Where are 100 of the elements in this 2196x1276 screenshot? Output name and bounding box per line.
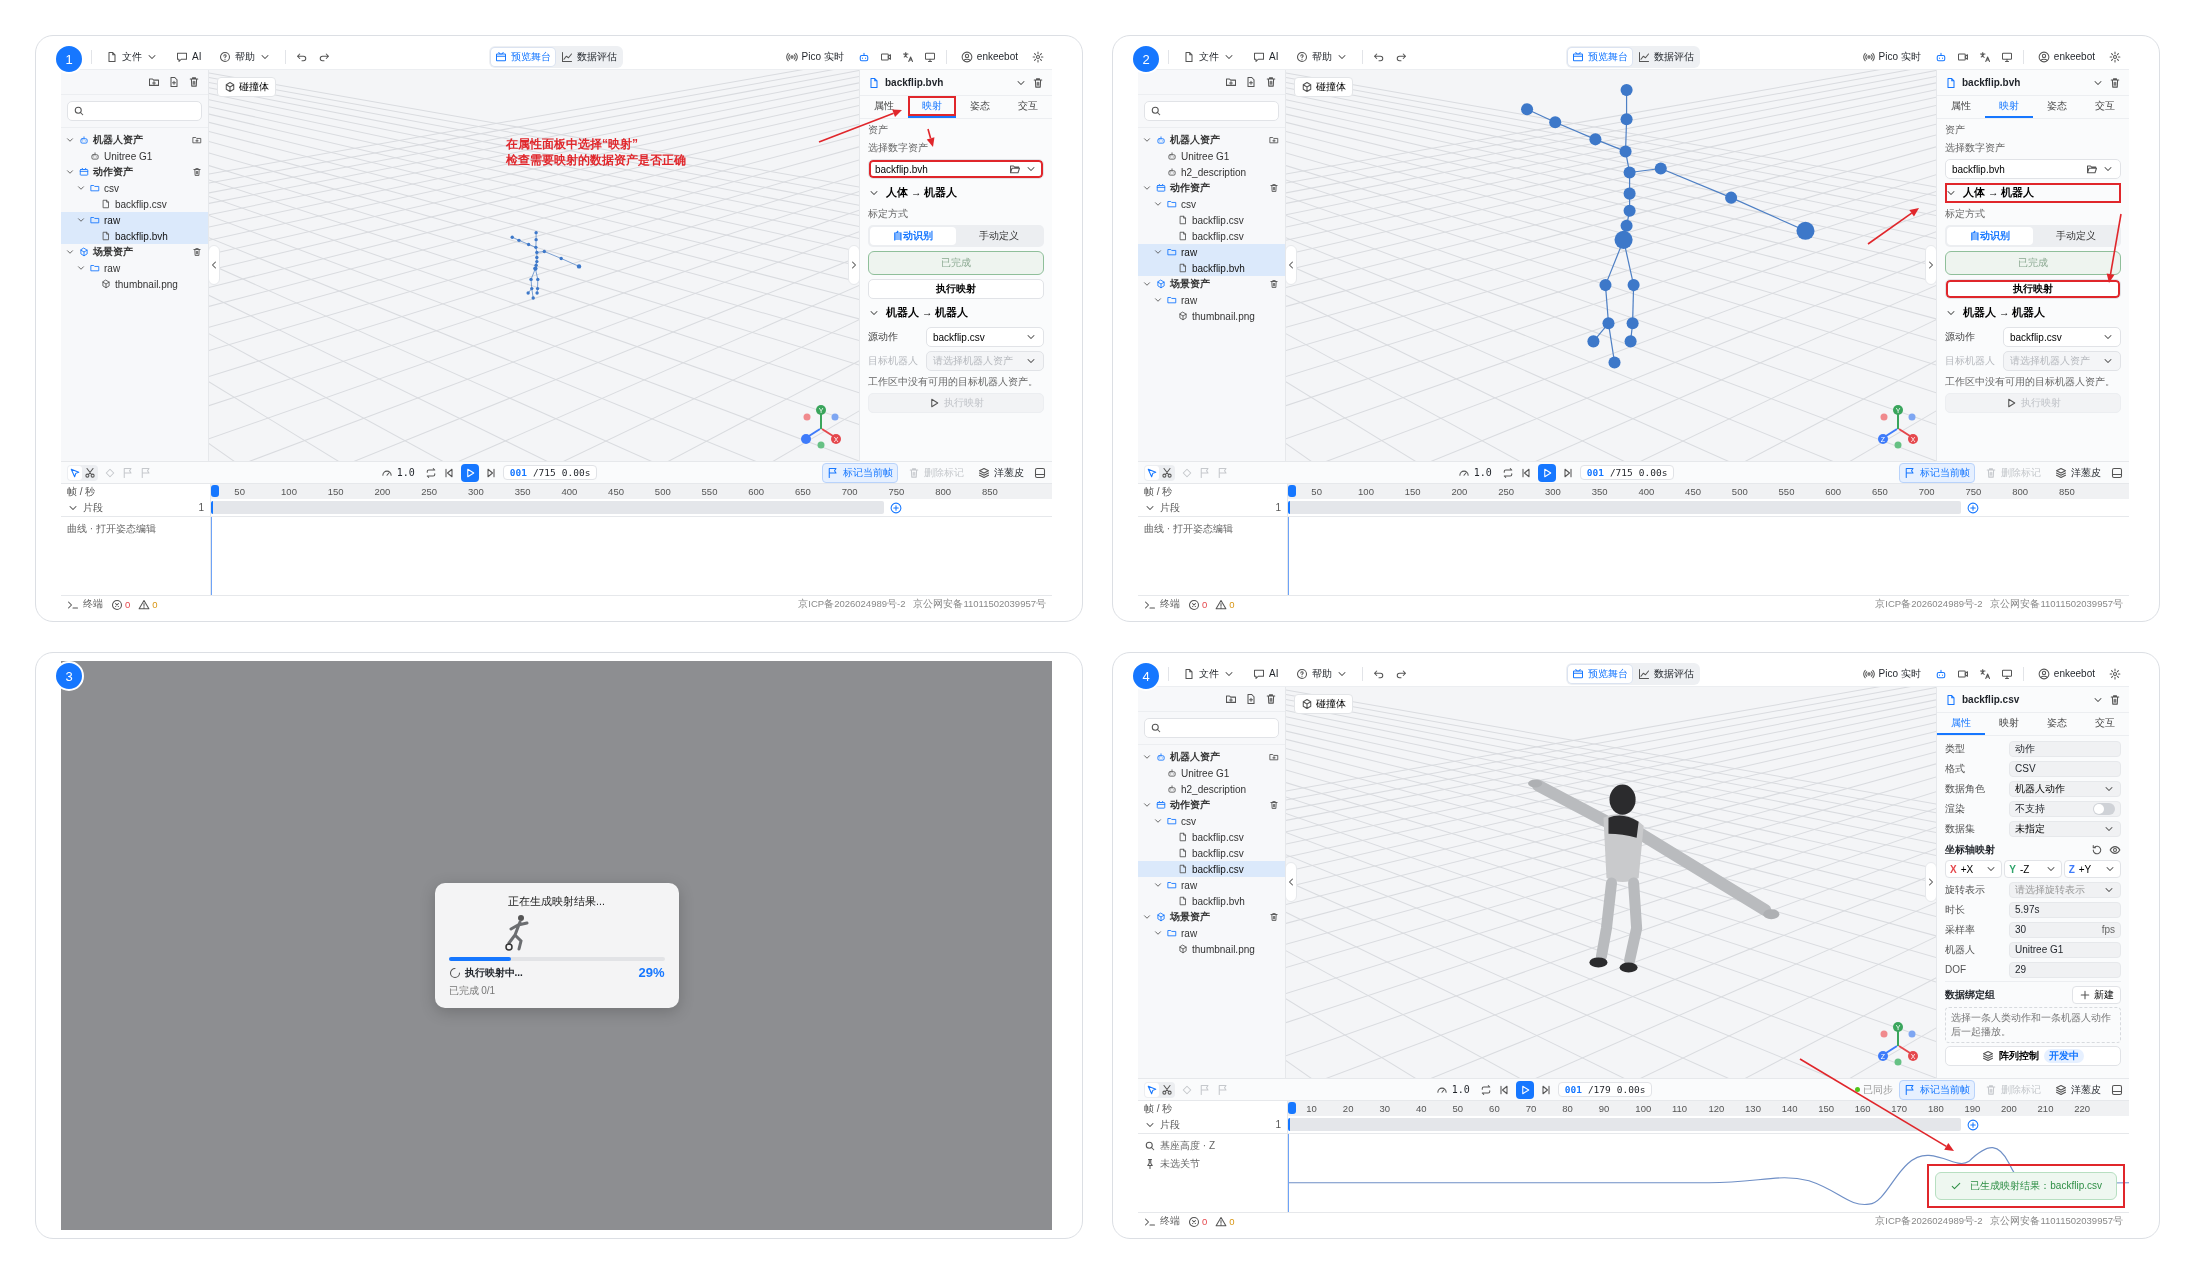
trash-icon[interactable] [1269,183,1279,193]
tree-item[interactable]: 机器人资产 [61,132,208,148]
tree-item[interactable]: h2_description [1138,164,1285,180]
tree-item[interactable]: 机器人资产 [1138,749,1285,765]
trash-icon[interactable] [192,247,202,257]
clip-bar[interactable] [211,501,884,514]
onion-skin-button[interactable]: 洋葱皮 [974,463,1028,482]
play-button[interactable] [1515,1080,1534,1099]
icp-license-link[interactable]: 京ICP备2026024989号-2 [1875,598,1983,611]
menu-button[interactable]: 帮助 [1292,47,1353,66]
tree-item[interactable]: backflip.bvh [1138,893,1285,909]
tree-item[interactable]: csv [1138,196,1285,212]
monitor-icon[interactable] [2000,50,2013,63]
add-folder-icon[interactable] [1225,76,1237,88]
mark-frame-button[interactable]: 标记当前帧 [1899,462,1975,483]
tree-item[interactable]: backflip.csv [1138,829,1285,845]
collider-button[interactable]: 碰撞体 [1294,77,1353,97]
loop-icon[interactable] [1479,1083,1492,1096]
live-button[interactable]: Pico 实时 [781,47,848,66]
terminal-button[interactable]: 终端 [1144,1215,1180,1228]
add-icon[interactable] [889,501,902,514]
undo-icon[interactable] [296,50,309,63]
tree-item[interactable]: 场景资产 [61,244,208,260]
panel-tab[interactable]: 交互 [2081,96,2129,118]
panel-tab[interactable]: 交互 [1004,96,1052,118]
settings-icon[interactable] [1032,50,1044,63]
user-button[interactable]: enkeebot [2033,665,2099,682]
police-record-link[interactable]: 京公网安备11011502039957号 [1990,1215,2123,1228]
collapse-handle[interactable] [1286,245,1297,285]
tree-item[interactable]: raw [1138,292,1285,308]
clip-bar[interactable] [1288,1118,1961,1131]
camera-icon[interactable] [1956,667,1969,680]
add-file-icon[interactable] [168,76,180,88]
add-file-icon[interactable] [1245,76,1257,88]
skip-forward-icon[interactable] [1539,1083,1552,1096]
tree-item[interactable]: h2_description [1138,781,1285,797]
tree-item[interactable]: backflip.csv [1138,228,1285,244]
panel-tab[interactable]: 映射 [1985,96,2033,118]
robot-icon[interactable] [1934,50,1947,63]
cursor-icon[interactable] [68,465,82,480]
add-file-icon[interactable] [1245,693,1257,705]
mode-tab[interactable]: 预览舞台 [491,47,556,66]
skip-back-icon[interactable] [1497,1083,1510,1096]
caret-icon[interactable] [1153,247,1163,257]
section-header[interactable]: 机器人 → 机器人 [1945,303,2121,323]
police-record-link[interactable]: 京公网安备11011502039957号 [1990,598,2123,611]
menu-button[interactable]: 帮助 [1292,664,1353,683]
frame-ruler[interactable]: 10 20 30 40 50 60 70 80 90 100 110 120 130 140 150 160 170 180 190 200 210 220 [1288,1101,2129,1116]
settings-icon[interactable] [2109,667,2121,680]
axis-select[interactable]: X +X [1945,860,2003,878]
axis-handle[interactable] [1908,413,1916,421]
terminal-button[interactable]: 终端 [67,598,103,611]
add-folder-icon[interactable] [1269,752,1279,762]
translate-icon[interactable] [901,50,914,63]
speed-button[interactable]: 1.0 [1431,1081,1474,1098]
tree-item[interactable]: 动作资产 [1138,797,1285,813]
source-select[interactable]: backflip.csv [926,327,1044,347]
play-button[interactable] [1537,463,1556,482]
panel-tab[interactable]: 属性 [860,96,908,118]
cursor-icon[interactable] [1145,465,1159,480]
tree-item[interactable]: 动作资产 [61,164,208,180]
tree-item[interactable]: raw [1138,244,1285,260]
tree-item[interactable]: thumbnail.png [1138,308,1285,324]
section-header[interactable]: 人体 → 机器人 [1945,183,2121,203]
axis-handle[interactable] [1894,1058,1902,1066]
translate-icon[interactable] [1978,667,1991,680]
axis-select[interactable]: Z +Y [2063,860,2121,878]
playhead[interactable] [1288,1102,1296,1114]
select-field[interactable]: 未指定 [2009,820,2121,837]
tree-item[interactable]: backflip.csv [1138,845,1285,861]
axis-handle[interactable] [1880,413,1888,421]
tree-item[interactable]: thumbnail.png [1138,941,1285,957]
section-header[interactable]: 机器人 → 机器人 [868,303,1044,323]
eye-icon[interactable] [2109,844,2121,856]
collider-button[interactable]: 碰撞体 [217,77,276,97]
axis-handle[interactable] [803,413,811,421]
robot-icon[interactable] [857,50,870,63]
trash-icon[interactable] [1032,76,1044,89]
mode-tab[interactable]: 预览舞台 [1568,664,1633,683]
panel-tab[interactable]: 交互 [2081,713,2129,735]
add-folder-icon[interactable] [1269,135,1279,145]
menu-button[interactable]: 文件 [1179,47,1239,66]
menu-button[interactable]: 文件 [1179,664,1239,683]
tree-item[interactable]: 场景资产 [1138,909,1285,925]
tree-item[interactable]: raw [61,260,208,276]
user-button[interactable]: enkeebot [2033,48,2099,65]
trash-icon[interactable] [1269,279,1279,289]
redo-icon[interactable] [1395,50,1408,63]
reset-icon[interactable] [2091,844,2103,856]
collapse-handle[interactable] [209,245,220,285]
search-field[interactable] [1144,718,1279,738]
run-mapping-button[interactable]: 执行映射 [868,279,1044,299]
mode-tab[interactable]: 预览舞台 [1568,47,1633,66]
frame-ruler[interactable]: 50 100 150 200 250 300 350 400 450 500 550 600 650 700 750 800 850 [1288,484,2129,499]
method-option[interactable]: 自动识别 [1947,227,2033,245]
trash-icon[interactable] [2109,76,2121,89]
terminal-button[interactable]: 终端 [1144,598,1180,611]
live-button[interactable]: Pico 实时 [1858,664,1925,683]
tree-item[interactable]: 机器人资产 [1138,132,1285,148]
skip-back-icon[interactable] [1519,466,1532,479]
